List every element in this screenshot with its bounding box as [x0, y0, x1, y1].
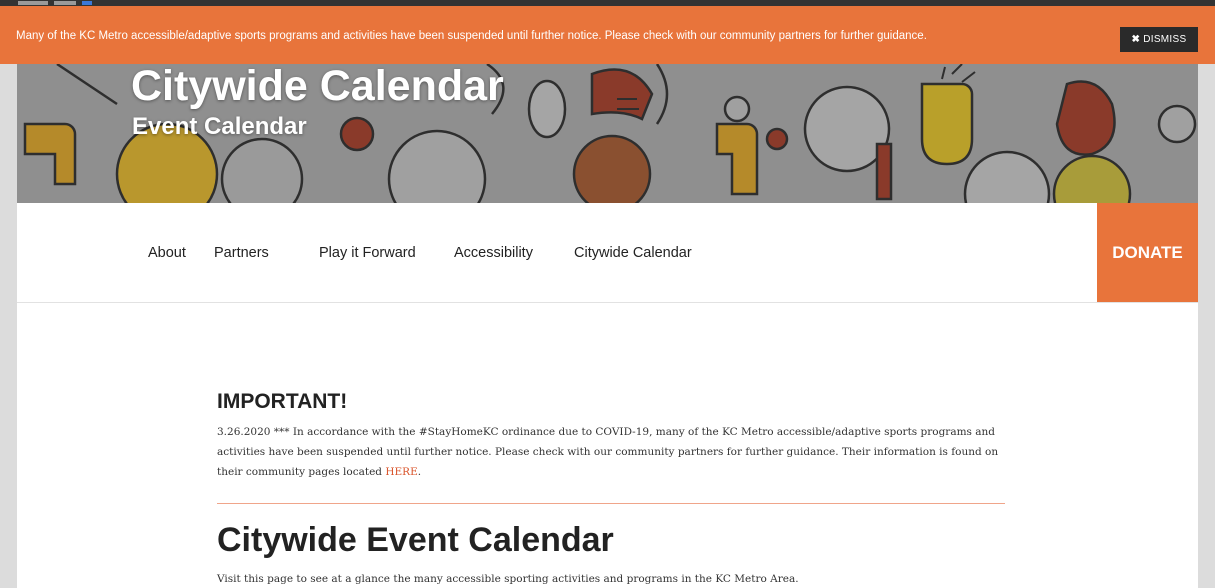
here-link[interactable]: HERE: [385, 466, 417, 478]
nav-item-accessibility[interactable]: Accessibility: [454, 245, 533, 261]
nav-item-partners[interactable]: Partners: [214, 245, 269, 261]
page: Citywide Calendar Event Calendar About P…: [17, 64, 1198, 588]
hero-banner: Citywide Calendar Event Calendar: [17, 64, 1198, 203]
notice-banner: Many of the KC Metro accessible/adaptive…: [0, 6, 1215, 64]
donate-button[interactable]: DONATE: [1097, 203, 1198, 302]
divider: [217, 503, 1005, 504]
dismiss-button[interactable]: ✖ DISMISS: [1120, 27, 1198, 52]
important-text-end: .: [417, 466, 422, 478]
calendar-intro: Visit this page to see at a glance the m…: [217, 573, 799, 585]
important-text-body: 3.26.2020 *** In accordance with the #St…: [217, 426, 999, 478]
hero-subtitle: Event Calendar: [132, 113, 307, 140]
calendar-heading: Citywide Event Calendar: [217, 521, 614, 559]
notice-text: Many of the KC Metro accessible/adaptive…: [16, 30, 927, 42]
nav-item-play-it-forward[interactable]: Play it Forward: [319, 245, 416, 261]
nav-item-citywide-calendar[interactable]: Citywide Calendar: [574, 245, 692, 261]
hero-title: Citywide Calendar: [131, 64, 504, 110]
important-text: 3.26.2020 *** In accordance with the #St…: [217, 422, 1007, 482]
important-heading: IMPORTANT!: [217, 390, 348, 413]
close-icon: ✖: [1131, 34, 1141, 45]
main-nav: About Partners Play it Forward Accessibi…: [17, 203, 1198, 303]
dismiss-label: DISMISS: [1143, 34, 1187, 45]
nav-item-about[interactable]: About: [148, 245, 186, 261]
